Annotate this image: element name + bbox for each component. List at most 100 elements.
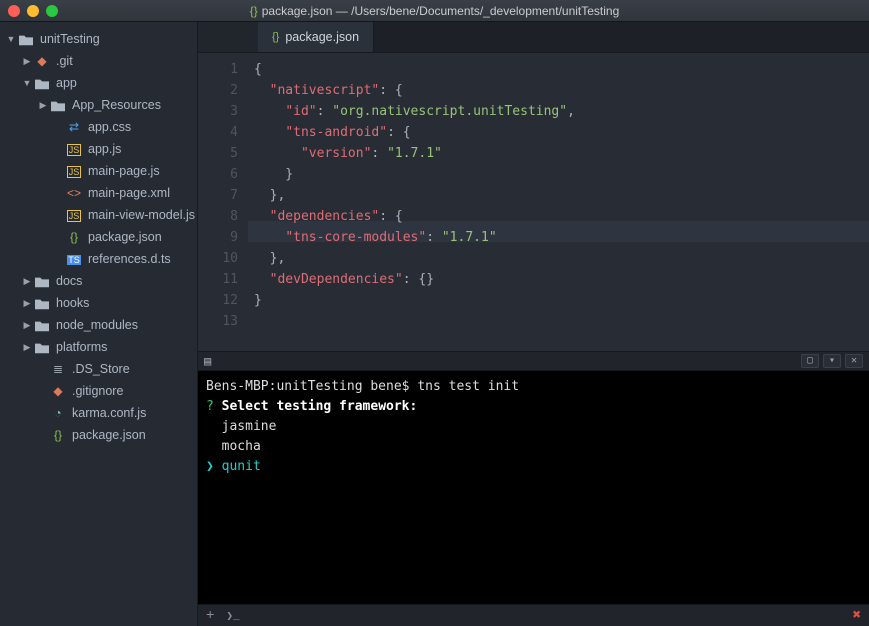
terminal-option[interactable]: ❯ qunit bbox=[206, 457, 861, 477]
chevron-right-icon[interactable]: ▶ bbox=[38, 100, 48, 111]
collapse-panel-button[interactable]: ▾ bbox=[823, 354, 841, 368]
code-line[interactable]: } bbox=[254, 164, 869, 185]
json-icon: {} bbox=[250, 4, 258, 18]
line-number-gutter: 12345678910111213 bbox=[198, 53, 248, 351]
line-number: 8 bbox=[198, 206, 238, 227]
line-number: 6 bbox=[198, 164, 238, 185]
js-icon: JS bbox=[66, 208, 82, 222]
error-indicator-icon[interactable]: ✖ bbox=[853, 607, 861, 624]
line-number: 12 bbox=[198, 290, 238, 311]
code-line[interactable]: } bbox=[254, 290, 869, 311]
tree-root-label: unitTesting bbox=[40, 32, 100, 46]
file-tree-sidebar[interactable]: ▼ unitTesting ▶◆.git▼app▶App_Resources⇄a… bbox=[0, 22, 198, 626]
terminal-option[interactable]: jasmine bbox=[206, 417, 861, 437]
tree-item-label: app bbox=[56, 76, 77, 90]
code-line[interactable]: }, bbox=[254, 185, 869, 206]
code-line[interactable]: "tns-android": { bbox=[254, 122, 869, 143]
tree-item-label: package.json bbox=[88, 230, 162, 244]
tree-item[interactable]: JS app.js bbox=[0, 138, 197, 160]
close-panel-button[interactable]: ✕ bbox=[845, 354, 863, 368]
terminal-option[interactable]: mocha bbox=[206, 437, 861, 457]
maximize-panel-button[interactable]: ▢ bbox=[801, 354, 819, 368]
tab-package-json[interactable]: {} package.json bbox=[258, 22, 374, 52]
code-line[interactable]: "dependencies": { bbox=[254, 206, 869, 227]
line-number: 13 bbox=[198, 311, 238, 332]
tree-item[interactable]: ≣ .DS_Store bbox=[0, 358, 197, 380]
folder-icon bbox=[50, 98, 66, 112]
tree-item[interactable]: ◆.gitignore bbox=[0, 380, 197, 402]
tree-item[interactable]: ▶ node_modules bbox=[0, 314, 197, 336]
tree-item[interactable]: ▶◆.git bbox=[0, 50, 197, 72]
tree-item-label: hooks bbox=[56, 296, 89, 310]
css-icon: ⇄ bbox=[66, 120, 82, 134]
tree-item[interactable]: TSreferences.d.ts bbox=[0, 248, 197, 270]
add-panel-button[interactable]: + bbox=[206, 608, 214, 624]
code-editor[interactable]: 12345678910111213 { "nativescript": { "i… bbox=[198, 53, 869, 351]
code-area[interactable]: { "nativescript": { "id": "org.nativescr… bbox=[248, 53, 869, 351]
tree-root[interactable]: ▼ unitTesting bbox=[0, 28, 197, 50]
code-line[interactable]: "tns-core-modules": "1.7.1" bbox=[254, 227, 869, 248]
chevron-right-icon[interactable]: ▶ bbox=[22, 276, 32, 287]
tree-item[interactable]: <>main-page.xml bbox=[0, 182, 197, 204]
line-number: 10 bbox=[198, 248, 238, 269]
chevron-right-icon[interactable]: ▶ bbox=[22, 298, 32, 309]
tree-item-label: main-view-model.js bbox=[88, 208, 195, 222]
code-line[interactable]: }, bbox=[254, 248, 869, 269]
tree-item-label: App_Resources bbox=[72, 98, 161, 112]
code-line[interactable]: "version": "1.7.1" bbox=[254, 143, 869, 164]
code-line[interactable]: "devDependencies": {} bbox=[254, 269, 869, 290]
chevron-right-icon[interactable]: ▶ bbox=[22, 342, 32, 353]
chevron-right-icon[interactable]: ▶ bbox=[22, 320, 32, 331]
tree-item[interactable]: ◔karma.conf.js bbox=[0, 402, 197, 424]
json-icon: {} bbox=[66, 230, 82, 244]
chevron-right-icon: ❯ bbox=[206, 459, 222, 474]
chevron-right-icon[interactable]: ▶ bbox=[22, 56, 32, 67]
line-number: 1 bbox=[198, 59, 238, 80]
prompt-qmark-icon: ? bbox=[206, 399, 214, 414]
tree-item[interactable]: ▶ platforms bbox=[0, 336, 197, 358]
code-line[interactable]: { bbox=[254, 59, 869, 80]
tree-item-label: app.js bbox=[88, 142, 121, 156]
code-line[interactable] bbox=[254, 311, 869, 332]
tree-item-label: .gitignore bbox=[72, 384, 123, 398]
status-bar: + ❯_ ✖ bbox=[198, 604, 869, 626]
tree-item[interactable]: ▶ hooks bbox=[0, 292, 197, 314]
tree-item-label: main-page.xml bbox=[88, 186, 170, 200]
code-line[interactable]: "id": "org.nativescript.unitTesting", bbox=[254, 101, 869, 122]
folder-open-icon bbox=[18, 32, 34, 46]
karma-icon: ◔ bbox=[50, 406, 66, 420]
tree-item[interactable]: {} package.json bbox=[0, 226, 197, 248]
terminal-panel-icon: ▤ bbox=[204, 354, 211, 369]
titlebar: {}package.json — /Users/bene/Documents/_… bbox=[0, 0, 869, 22]
line-number: 5 bbox=[198, 143, 238, 164]
json-icon: {} bbox=[50, 428, 66, 442]
tree-item[interactable]: JSmain-page.js bbox=[0, 160, 197, 182]
folder-icon bbox=[34, 296, 50, 310]
line-number: 11 bbox=[198, 269, 238, 290]
tree-item[interactable]: ⇄app.css bbox=[0, 116, 197, 138]
terminal[interactable]: Bens-MBP:unitTesting bene$ tns test init… bbox=[198, 371, 869, 604]
line-number: 2 bbox=[198, 80, 238, 101]
tab-label: package.json bbox=[285, 30, 359, 44]
js-icon: JS bbox=[66, 142, 82, 156]
tree-item-label: platforms bbox=[56, 340, 107, 354]
tree-item[interactable]: ▶docs bbox=[0, 270, 197, 292]
line-number: 3 bbox=[198, 101, 238, 122]
code-line[interactable]: "nativescript": { bbox=[254, 80, 869, 101]
terminal-option-label: qunit bbox=[222, 459, 261, 474]
tree-item[interactable]: ▼ app bbox=[0, 72, 197, 94]
chevron-down-icon[interactable]: ▼ bbox=[22, 78, 32, 88]
window-title: {}package.json — /Users/bene/Documents/_… bbox=[0, 4, 869, 18]
tree-item[interactable]: JS main-view-model.js bbox=[0, 204, 197, 226]
gen-icon: ≣ bbox=[50, 362, 66, 376]
tree-item-label: node_modules bbox=[56, 318, 138, 332]
folder-open-icon bbox=[34, 76, 50, 90]
tree-item-label: package.json bbox=[72, 428, 146, 442]
tree-item[interactable]: {} package.json bbox=[0, 424, 197, 446]
tree-item-label: .DS_Store bbox=[72, 362, 130, 376]
terminal-icon[interactable]: ❯_ bbox=[226, 609, 239, 623]
tree-item[interactable]: ▶ App_Resources bbox=[0, 94, 197, 116]
js-icon: JS bbox=[66, 164, 82, 178]
json-icon: {} bbox=[272, 31, 279, 43]
tree-item-label: references.d.ts bbox=[88, 252, 171, 266]
